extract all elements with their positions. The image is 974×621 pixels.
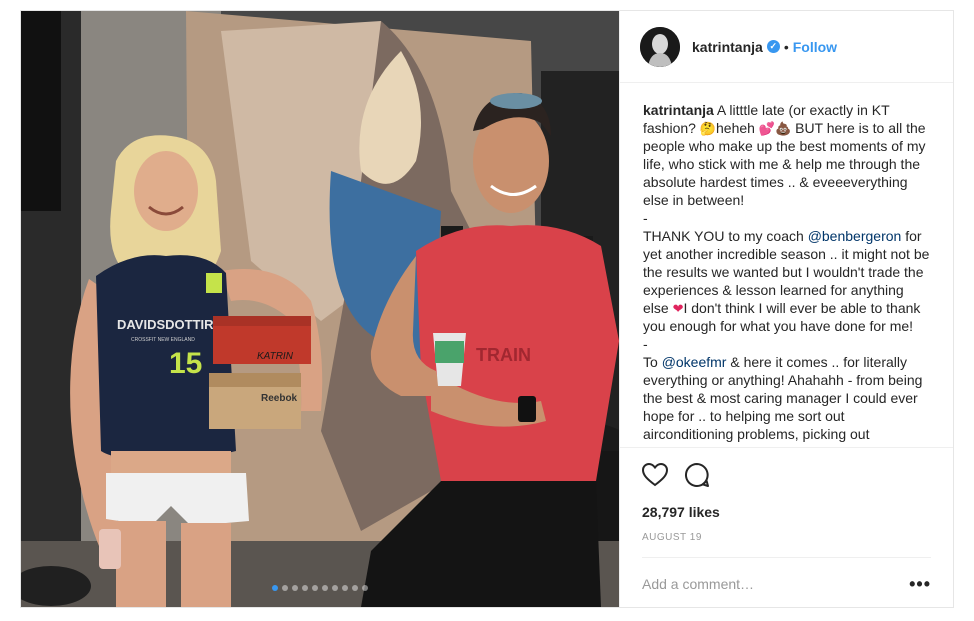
caption-username[interactable]: katrintanja [643, 102, 714, 118]
post-date[interactable]: AUGUST 19 [642, 532, 931, 543]
carousel-dot[interactable] [292, 585, 298, 591]
carousel-dot[interactable] [322, 585, 328, 591]
post-photo[interactable]: DAVIDSDOTTIR CROSSFIT NEW ENGLAND 15 KAT… [21, 11, 619, 607]
action-icons [641, 462, 931, 493]
instagram-post: DAVIDSDOTTIR CROSSFIT NEW ENGLAND 15 KAT… [20, 10, 954, 608]
avatar[interactable] [640, 26, 680, 67]
carousel-dot[interactable] [352, 585, 358, 591]
box-label: KATRIN [257, 351, 294, 362]
box-brand: Reebok [261, 393, 298, 404]
shirt-text: DAVIDSDOTTIR [117, 317, 214, 332]
caption-part-2: heheh [716, 120, 759, 136]
mention-benbergeron[interactable]: @benbergeron [808, 228, 902, 244]
carousel-dots [21, 585, 619, 591]
post-username[interactable]: katrintanja [692, 39, 763, 55]
mention-okeefmr[interactable]: @okeefmr [662, 354, 727, 370]
thinking-emoji: 🤔 [699, 121, 717, 136]
tee-text: TRAIN [476, 345, 531, 365]
caption-text: katrintanja A litttle late (or exactly i… [643, 101, 933, 443]
separator-dot: • [783, 38, 789, 55]
more-options-icon[interactable]: ••• [909, 574, 931, 595]
carousel-dot[interactable] [362, 585, 368, 591]
photo-scene: DAVIDSDOTTIR CROSSFIT NEW ENGLAND 15 KAT… [21, 11, 619, 607]
carousel-dot[interactable] [342, 585, 348, 591]
carousel-dot[interactable] [302, 585, 308, 591]
red-heart-emoji: ❤ [672, 301, 684, 316]
heart-icon[interactable] [641, 462, 669, 492]
caption-area[interactable]: katrintanja A litttle late (or exactly i… [620, 83, 953, 447]
hearts-poop-emoji: 💕💩 [758, 121, 792, 136]
carousel-dot[interactable] [332, 585, 338, 591]
post-actions: 28,797 likes AUGUST 19 ••• [620, 447, 953, 607]
verified-badge-icon: ✓ [766, 40, 780, 53]
shirt-number: 15 [169, 347, 202, 380]
like-count[interactable]: 28,797 likes [642, 504, 931, 520]
post-header: katrintanja ✓ • Follow [620, 11, 953, 83]
caption-part-3: BUT here is to all the people who make u… [643, 120, 926, 244]
comment-input[interactable] [642, 576, 882, 592]
comment-row: ••• [642, 558, 931, 610]
follow-button[interactable]: Follow [793, 39, 837, 55]
post-side-panel: katrintanja ✓ • Follow katrintanja A lit… [619, 11, 953, 607]
carousel-dot[interactable] [312, 585, 318, 591]
carousel-dot[interactable] [272, 585, 278, 591]
carousel-dot[interactable] [282, 585, 288, 591]
avatar-image [640, 26, 680, 67]
comment-icon[interactable] [684, 462, 710, 493]
shirt-sub: CROSSFIT NEW ENGLAND [131, 337, 195, 343]
